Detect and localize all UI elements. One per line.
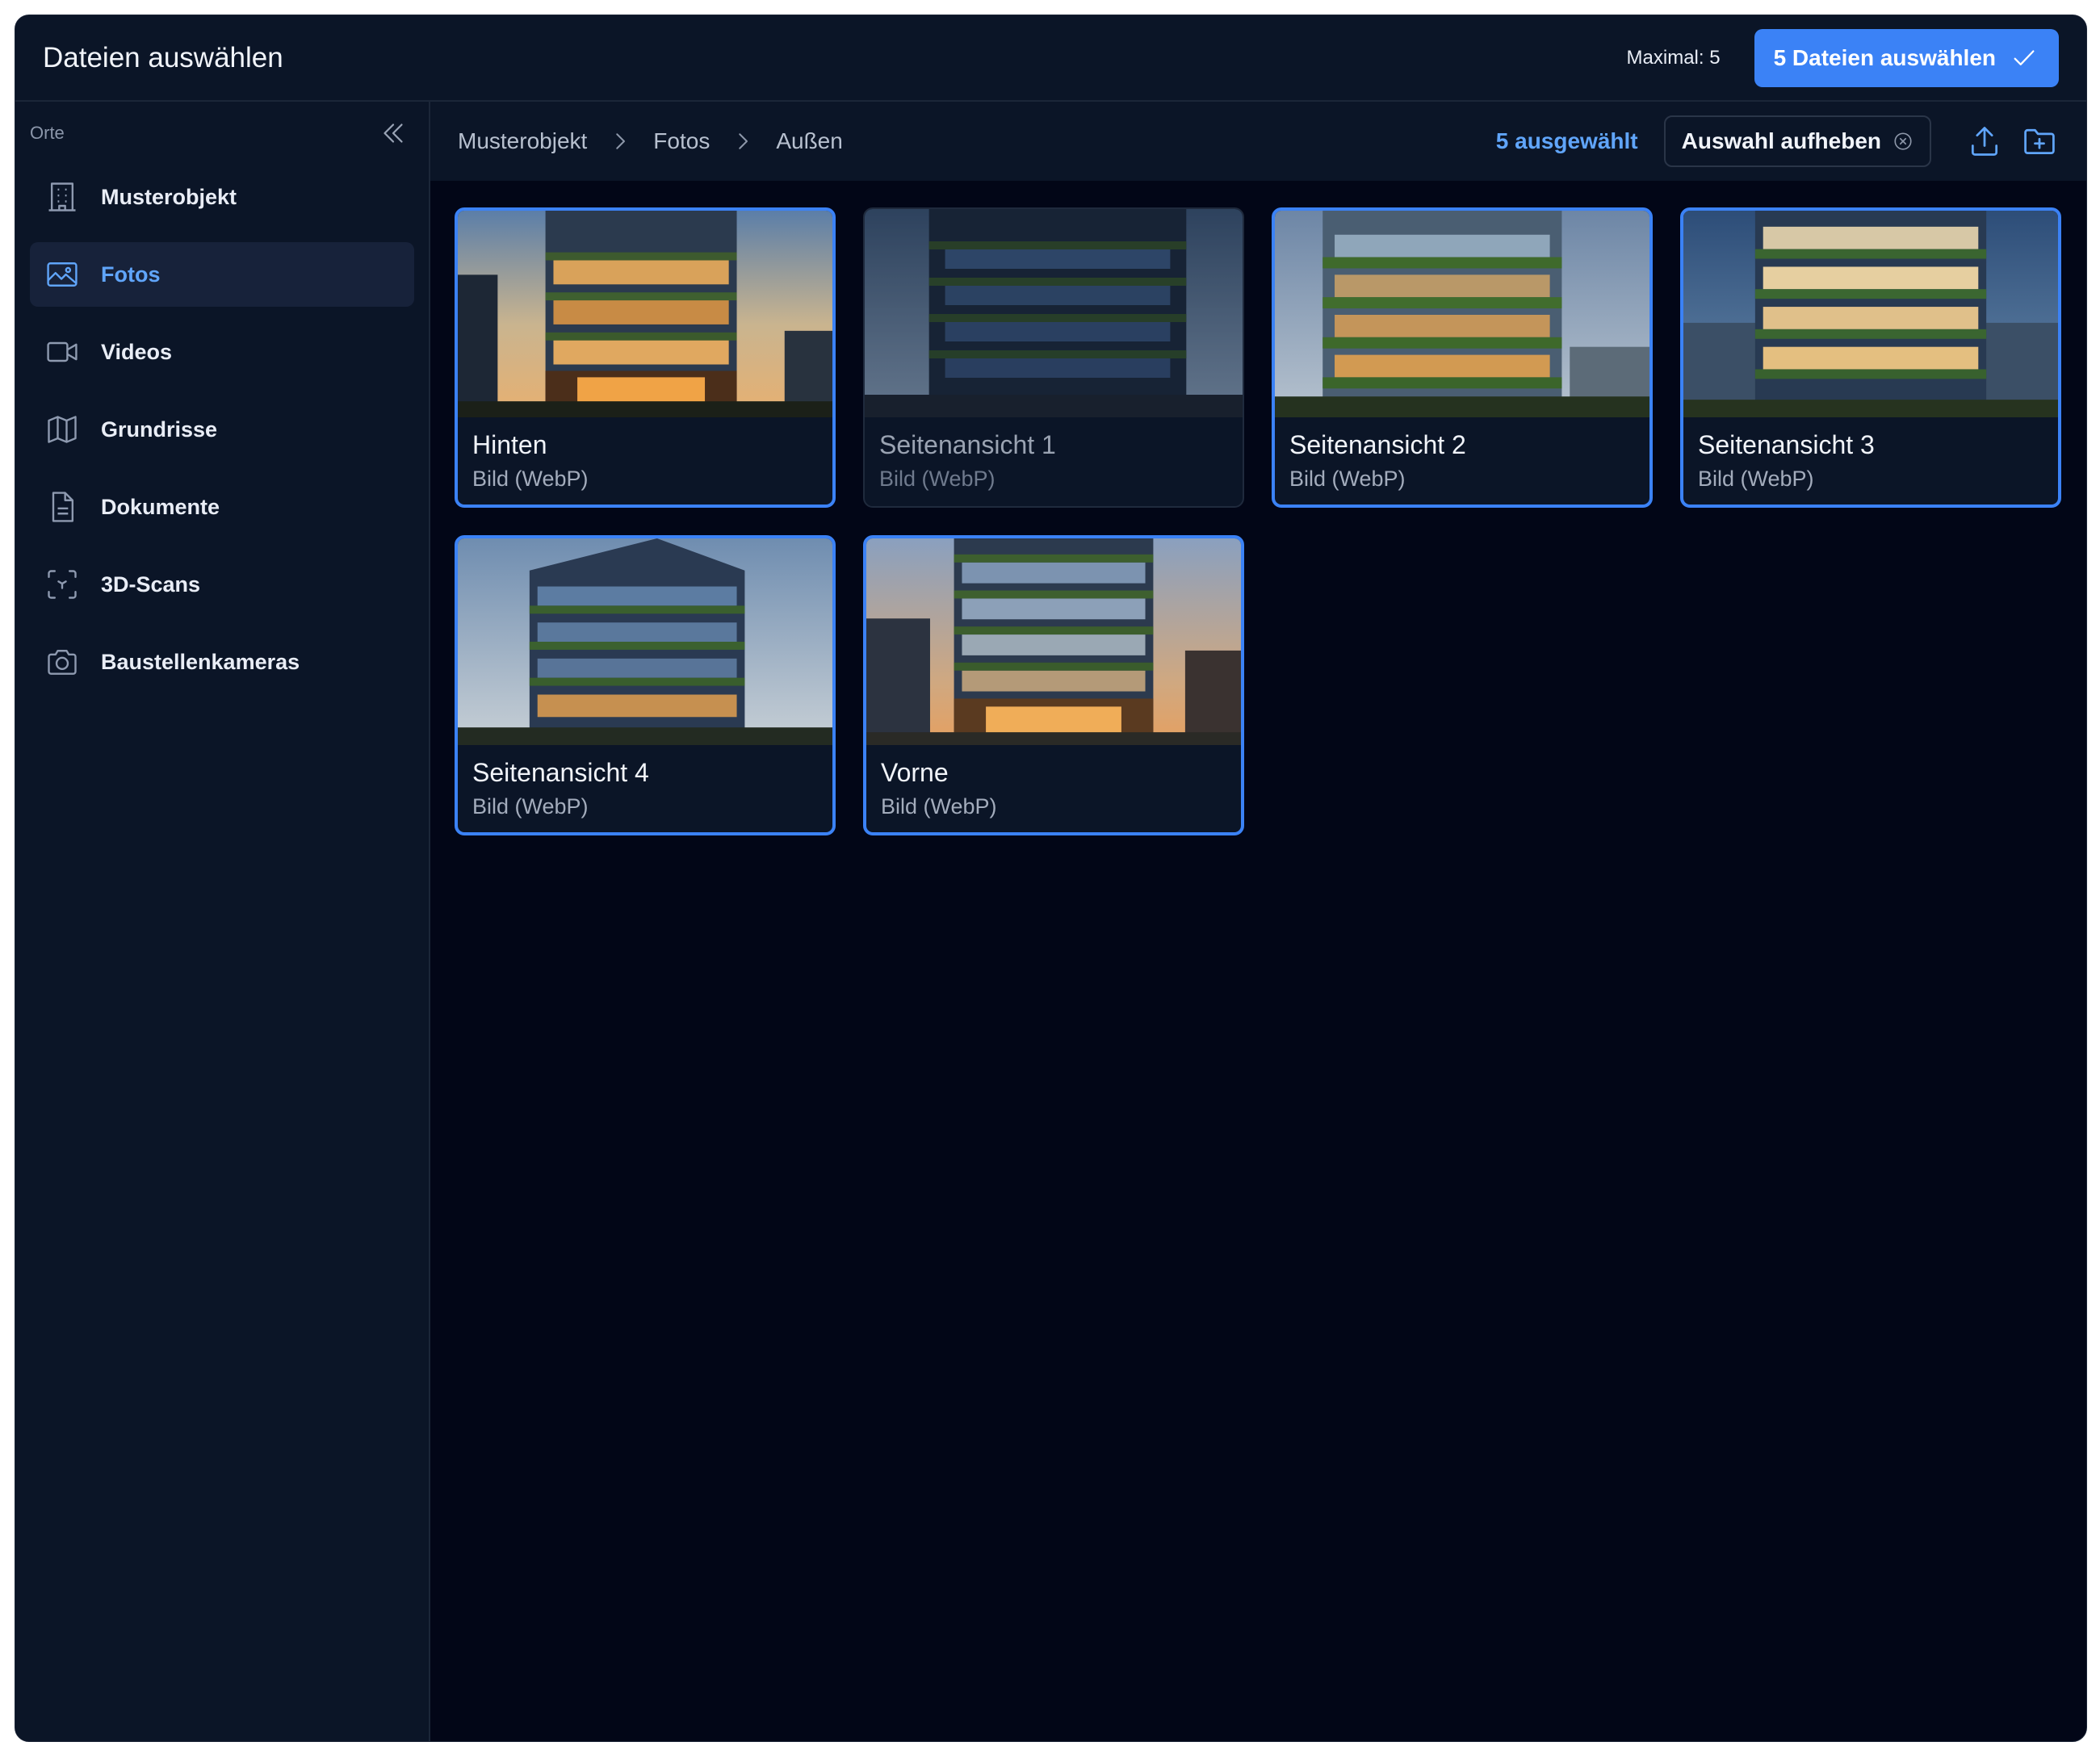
sidebar-item-label: Videos bbox=[101, 339, 173, 364]
sidebar-item-musterobjekt[interactable]: Musterobjekt bbox=[30, 165, 414, 229]
chevron-right-icon bbox=[739, 133, 748, 149]
file-thumbnail bbox=[865, 209, 1243, 417]
file-type: Bild (WebP) bbox=[879, 467, 996, 491]
clear-selection-button[interactable]: Auswahl aufheben bbox=[1663, 115, 1931, 167]
image-icon bbox=[47, 262, 78, 287]
sidebar-item-label: 3D-Scans bbox=[101, 572, 201, 597]
sidebar-item-dokumente[interactable]: Dokumente bbox=[30, 475, 414, 539]
confirm-selection-button[interactable]: 5 Dateien auswählen bbox=[1754, 28, 2059, 87]
breadcrumb-item-musterobjekt[interactable]: Musterobjekt bbox=[458, 128, 587, 154]
file-card[interactable]: Seitenansicht 3 Bild (WebP) bbox=[1680, 207, 2061, 508]
sidebar-section-label: Orte bbox=[30, 123, 65, 143]
file-type: Bild (WebP) bbox=[881, 794, 997, 819]
file-grid: Hinten Bild (WebP) Seitenansicht 1 Bild … bbox=[455, 207, 2061, 835]
sidebar-item-label: Grundrisse bbox=[101, 417, 218, 442]
chevron-right-icon bbox=[616, 133, 626, 149]
file-picker-dialog: Dateien auswählen Maximal: 5 5 Dateien a… bbox=[15, 15, 2087, 1742]
main-toolbar: Musterobjekt Fotos Außen 5 ausgewählt Au… bbox=[430, 102, 2086, 181]
confirm-selection-label: 5 Dateien auswählen bbox=[1773, 44, 1996, 70]
building-icon bbox=[48, 182, 76, 211]
selected-count-label: 5 ausgewählt bbox=[1495, 128, 1638, 153]
breadcrumb-item-aussen[interactable]: Außen bbox=[776, 128, 843, 154]
sidebar-item-baustellenkameras[interactable]: Baustellenkameras bbox=[30, 630, 414, 694]
file-type: Bild (WebP) bbox=[472, 794, 589, 819]
max-files-label: Maximal: 5 bbox=[1626, 46, 1721, 69]
file-name: Seitenansicht 2 bbox=[1289, 430, 1466, 459]
map-icon bbox=[48, 416, 77, 443]
file-card[interactable]: Vorne Bild (WebP) bbox=[863, 535, 1244, 835]
file-card[interactable]: Seitenansicht 4 Bild (WebP) bbox=[455, 535, 836, 835]
file-thumbnail bbox=[458, 538, 832, 745]
file-type: Bild (WebP) bbox=[1698, 467, 1814, 491]
sidebar-item-grundrisse[interactable]: Grundrisse bbox=[30, 397, 414, 462]
file-thumbnail bbox=[1683, 211, 2058, 417]
new-folder-icon[interactable] bbox=[2022, 124, 2057, 159]
scan-3d-icon bbox=[48, 570, 77, 599]
sidebar-item-videos[interactable]: Videos bbox=[30, 320, 414, 384]
clear-selection-label: Auswahl aufheben bbox=[1681, 128, 1881, 153]
file-name: Hinten bbox=[472, 430, 547, 459]
file-name: Seitenansicht 1 bbox=[879, 430, 1056, 459]
sidebar-nav: Musterobjekt Fotos Videos Grundrisse Dok… bbox=[15, 165, 429, 694]
main-panel: Musterobjekt Fotos Außen 5 ausgewählt Au… bbox=[430, 102, 2086, 1741]
sidebar-section-header: Orte bbox=[15, 102, 429, 165]
file-name: Seitenansicht 4 bbox=[472, 758, 649, 787]
upload-icon[interactable] bbox=[1967, 124, 2002, 159]
circle-x-icon bbox=[1894, 132, 1912, 150]
file-type: Bild (WebP) bbox=[1289, 467, 1406, 491]
sidebar-item-label: Baustellenkameras bbox=[101, 649, 300, 674]
file-card[interactable]: Hinten Bild (WebP) bbox=[455, 207, 836, 508]
file-thumbnail bbox=[866, 538, 1241, 745]
sidebar-item-fotos[interactable]: Fotos bbox=[30, 242, 414, 307]
file-card[interactable]: Seitenansicht 2 Bild (WebP) bbox=[1272, 207, 1653, 508]
dialog-title: Dateien auswählen bbox=[43, 41, 283, 73]
file-type: Bild (WebP) bbox=[472, 467, 589, 491]
sidebar-item-label: Dokumente bbox=[101, 494, 220, 519]
file-card[interactable]: Seitenansicht 1 Bild (WebP) bbox=[863, 207, 1244, 508]
dialog-header: Dateien auswählen Maximal: 5 5 Dateien a… bbox=[15, 15, 2086, 102]
file-thumbnail bbox=[458, 211, 832, 417]
file-name: Vorne bbox=[881, 758, 949, 787]
collapse-sidebar-icon[interactable] bbox=[379, 119, 408, 148]
breadcrumb: Musterobjekt Fotos Außen bbox=[458, 128, 843, 154]
sidebar-item-3d-scans[interactable]: 3D-Scans bbox=[30, 552, 414, 617]
breadcrumb-item-fotos[interactable]: Fotos bbox=[653, 128, 710, 154]
sidebar-item-label: Fotos bbox=[101, 262, 161, 287]
check-icon bbox=[2014, 49, 2035, 65]
file-thumbnail bbox=[1275, 211, 1649, 417]
video-icon bbox=[47, 341, 78, 362]
document-icon bbox=[52, 492, 74, 522]
camera-icon bbox=[48, 650, 77, 675]
sidebar-item-label: Musterobjekt bbox=[101, 184, 237, 209]
file-name: Seitenansicht 3 bbox=[1698, 430, 1875, 459]
sidebar: Orte Musterobjekt Fotos Videos Grundriss… bbox=[15, 102, 430, 1741]
